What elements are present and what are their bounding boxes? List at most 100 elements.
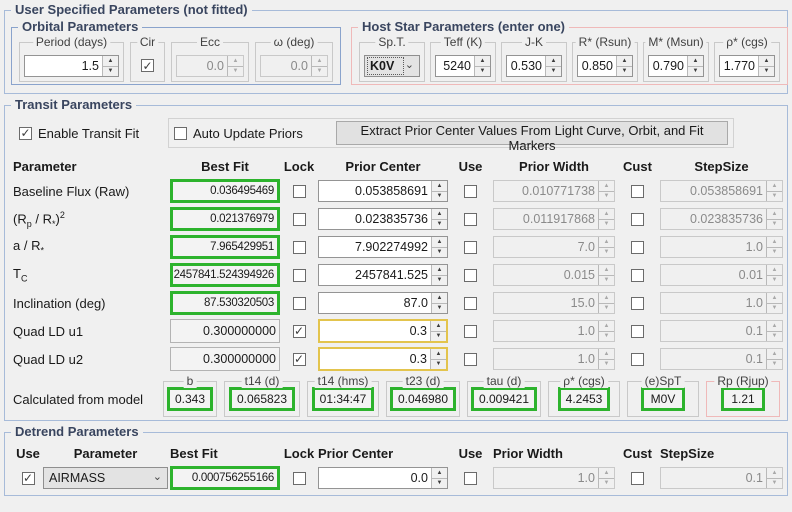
- lock-checkbox[interactable]: [293, 213, 306, 226]
- use-checkbox[interactable]: [464, 185, 477, 198]
- mstar-spinner[interactable]: 0.790▲▼: [648, 55, 704, 77]
- prior-center-spinner-field[interactable]: 0.3: [320, 350, 430, 368]
- spinner-up-icon[interactable]: ▲: [432, 468, 447, 478]
- lock-checkbox[interactable]: [293, 241, 306, 254]
- lock-checkbox[interactable]: [293, 185, 306, 198]
- use-checkbox[interactable]: [464, 325, 477, 338]
- detrend-use-checkbox[interactable]: ✓: [22, 472, 35, 485]
- lock-checkbox[interactable]: ✓: [293, 325, 306, 338]
- cust-checkbox[interactable]: [631, 353, 644, 366]
- calc-label: (e)SpT: [642, 374, 685, 388]
- spinner-down-icon[interactable]: ▼: [103, 66, 118, 77]
- header-best-fit: Best Fit: [170, 446, 280, 461]
- prior-center-spinner[interactable]: 0.0▲▼: [318, 467, 448, 489]
- prior-center-spinner-field[interactable]: 0.3: [320, 322, 430, 340]
- spinner-down-icon[interactable]: ▼: [432, 219, 447, 230]
- transit-rows: Baseline Flux (Raw)0.0364954690.05385869…: [5, 177, 787, 373]
- spinner-up-icon[interactable]: ▲: [546, 56, 561, 66]
- spinner-down-icon[interactable]: ▼: [432, 247, 447, 258]
- spinner-up-icon[interactable]: ▲: [432, 181, 447, 191]
- prior-center-spinner[interactable]: 2457841.525▲▼: [318, 264, 448, 286]
- use-checkbox[interactable]: [464, 297, 477, 310]
- spinner-up-icon[interactable]: ▲: [431, 321, 446, 331]
- prior-center-spinner-field[interactable]: 7.902274992: [319, 238, 431, 256]
- lock-checkbox[interactable]: [293, 269, 306, 282]
- prior-center-spinner[interactable]: 0.053858691▲▼: [318, 180, 448, 202]
- spinner-down-icon[interactable]: ▼: [432, 303, 447, 314]
- spinner-down-icon[interactable]: ▼: [432, 191, 447, 202]
- spinner-down-icon[interactable]: ▼: [759, 66, 774, 77]
- spinner-up-icon[interactable]: ▲: [432, 209, 447, 219]
- enable-transit-fit-checkbox[interactable]: ✓: [19, 127, 32, 140]
- prior-center-spinner[interactable]: 0.3▲▼: [318, 319, 448, 343]
- spt-select[interactable]: K0V⌄: [364, 55, 420, 77]
- prior-center-spinner[interactable]: 87.0▲▼: [318, 292, 448, 314]
- cust-checkbox[interactable]: [631, 241, 644, 254]
- spinner-up-icon[interactable]: ▲: [432, 293, 447, 303]
- teff-spinner[interactable]: 5240▲▼: [435, 55, 491, 77]
- extract-priors-button[interactable]: Extract Prior Center Values From Light C…: [336, 121, 728, 145]
- mstar-spinner-field[interactable]: 0.790: [649, 57, 687, 75]
- header-best-fit: Best Fit: [170, 159, 280, 174]
- spinner-buttons: ▲▼: [431, 468, 447, 488]
- use-checkbox[interactable]: [464, 241, 477, 254]
- use-checkbox[interactable]: [464, 269, 477, 282]
- spinner-down-icon[interactable]: ▼: [431, 359, 446, 370]
- spinner-up-icon: ▲: [599, 468, 614, 478]
- period-spinner-field[interactable]: 1.5: [25, 57, 102, 75]
- prior-center-spinner[interactable]: 0.023835736▲▼: [318, 208, 448, 230]
- spinner-down-icon[interactable]: ▼: [431, 331, 446, 342]
- prior-center-spinner-field[interactable]: 0.053858691: [319, 182, 431, 200]
- cust-checkbox[interactable]: [631, 297, 644, 310]
- prior-center-spinner-field[interactable]: 0.023835736: [319, 210, 431, 228]
- detrend-parameter-select[interactable]: AIRMASS⌄: [43, 467, 168, 489]
- cust-checkbox[interactable]: [631, 325, 644, 338]
- rho-spinner[interactable]: 1.770▲▼: [719, 55, 775, 77]
- cir-checkbox[interactable]: ✓: [141, 59, 154, 72]
- use-checkbox[interactable]: [464, 472, 477, 485]
- cust-checkbox[interactable]: [631, 269, 644, 282]
- prior-center-cell: 0.3▲▼: [318, 319, 448, 343]
- prior-center-spinner-field[interactable]: 87.0: [319, 294, 431, 312]
- cust-checkbox[interactable]: [631, 472, 644, 485]
- jk-spinner[interactable]: 0.530▲▼: [506, 55, 562, 77]
- spinner-down-icon[interactable]: ▼: [617, 66, 632, 77]
- spinner-up-icon: ▲: [599, 293, 614, 303]
- spinner-down-icon[interactable]: ▼: [546, 66, 561, 77]
- spinner-up-icon[interactable]: ▲: [431, 349, 446, 359]
- lock-checkbox[interactable]: [293, 297, 306, 310]
- prior-center-spinner-field[interactable]: 2457841.525: [319, 266, 431, 284]
- spinner-up-icon[interactable]: ▲: [688, 56, 703, 66]
- spinner-down-icon[interactable]: ▼: [432, 478, 447, 489]
- rstar-spinner[interactable]: 0.850▲▼: [577, 55, 633, 77]
- rho-spinner-field[interactable]: 1.770: [720, 57, 758, 75]
- prior-center-spinner[interactable]: 7.902274992▲▼: [318, 236, 448, 258]
- jk-spinner-field[interactable]: 0.530: [507, 57, 545, 75]
- spinner-up-icon[interactable]: ▲: [432, 237, 447, 247]
- rstar-spinner-field[interactable]: 0.850: [578, 57, 616, 75]
- spinner-up-icon[interactable]: ▲: [759, 56, 774, 66]
- auto-update-priors-checkbox[interactable]: [174, 127, 187, 140]
- prior-width-spinner-field: 0.010771738: [494, 182, 598, 200]
- lock-checkbox[interactable]: ✓: [293, 353, 306, 366]
- cust-checkbox[interactable]: [631, 213, 644, 226]
- stepsize-spinner-field: 1.0: [661, 294, 766, 312]
- spinner-up-icon[interactable]: ▲: [617, 56, 632, 66]
- header-prior-center: Prior Center: [318, 159, 448, 174]
- spinner-up-icon[interactable]: ▲: [475, 56, 490, 66]
- spinner-down-icon[interactable]: ▼: [432, 275, 447, 286]
- spinner-buttons: ▲▼: [598, 209, 614, 229]
- lock-checkbox[interactable]: [293, 472, 306, 485]
- prior-center-spinner[interactable]: 0.3▲▼: [318, 347, 448, 371]
- spinner-down-icon[interactable]: ▼: [475, 66, 490, 77]
- spinner-down-icon[interactable]: ▼: [688, 66, 703, 77]
- prior-center-spinner-field[interactable]: 0.0: [319, 469, 431, 487]
- cust-checkbox[interactable]: [631, 185, 644, 198]
- period-spinner[interactable]: 1.5▲▼: [24, 55, 119, 77]
- spinner-up-icon[interactable]: ▲: [432, 265, 447, 275]
- use-checkbox[interactable]: [464, 353, 477, 366]
- use-checkbox[interactable]: [464, 213, 477, 226]
- teff-spinner-field[interactable]: 5240: [436, 57, 474, 75]
- spinner-up-icon[interactable]: ▲: [103, 56, 118, 66]
- cust-cell: [615, 297, 660, 310]
